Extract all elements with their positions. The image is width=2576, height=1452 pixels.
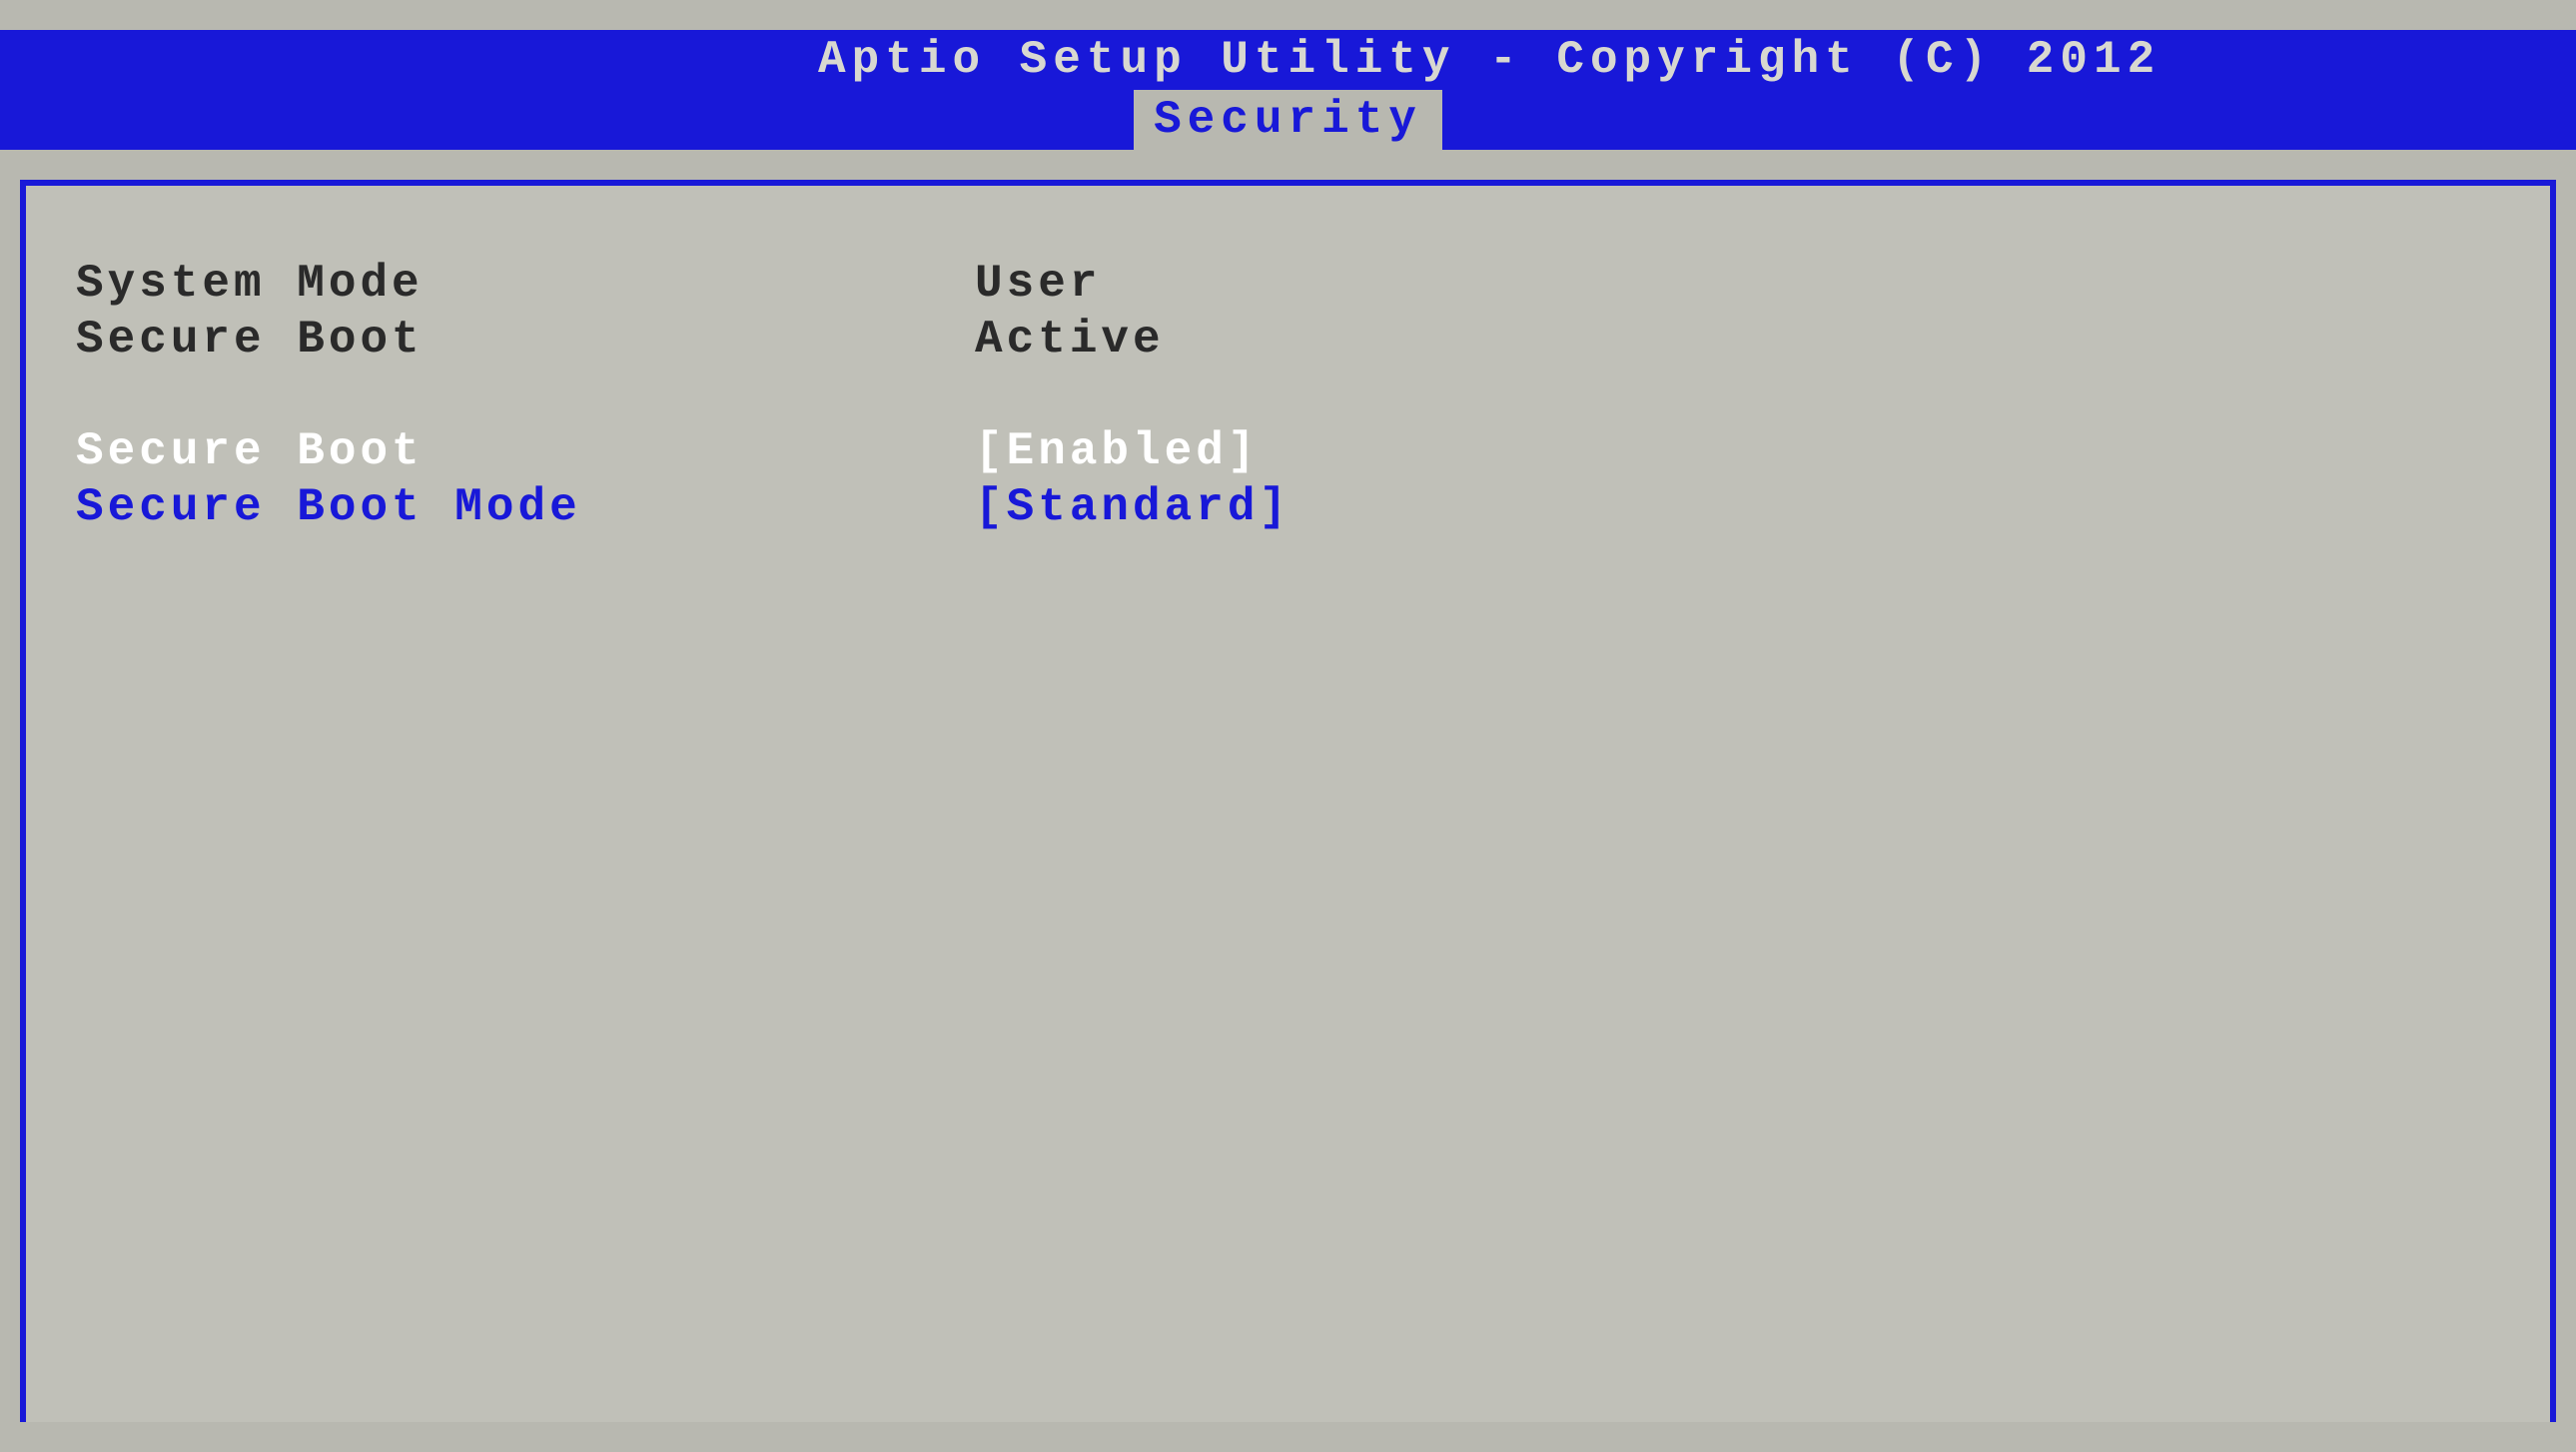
info-label: Secure Boot — [76, 314, 975, 365]
spacer — [76, 367, 2500, 423]
setting-label: Secure Boot Mode — [76, 481, 975, 533]
info-row-secure-boot-status: Secure Boot Active — [76, 312, 2500, 367]
info-row-system-mode: System Mode User — [76, 256, 2500, 312]
info-label: System Mode — [76, 258, 975, 310]
content-panel: System Mode User Secure Boot Active Secu… — [20, 180, 2556, 1422]
tab-row: Security — [0, 90, 2576, 150]
tab-security[interactable]: Security — [1134, 90, 1442, 150]
setting-label: Secure Boot — [76, 425, 975, 477]
setting-value: [Enabled] — [975, 425, 2500, 477]
header-bar: Aptio Setup Utility - Copyright (C) 2012 — [0, 30, 2576, 90]
setting-secure-boot[interactable]: Secure Boot [Enabled] — [76, 423, 2500, 479]
info-value: User — [975, 258, 2500, 310]
bios-screen: Aptio Setup Utility - Copyright (C) 2012… — [0, 0, 2576, 1452]
setting-value: [Standard] — [975, 481, 2500, 533]
setting-secure-boot-mode[interactable]: Secure Boot Mode [Standard] — [76, 479, 2500, 535]
info-value: Active — [975, 314, 2500, 365]
header-title: Aptio Setup Utility - Copyright (C) 2012 — [818, 34, 2160, 86]
